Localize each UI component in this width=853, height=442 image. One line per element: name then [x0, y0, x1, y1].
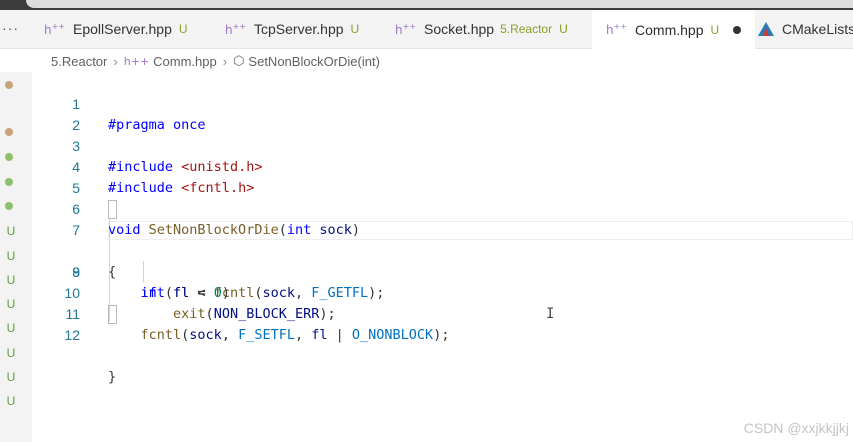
code-line[interactable]: 12 }	[32, 304, 853, 385]
tab-epollserver[interactable]: h++ EpollServer.hpp U	[44, 10, 188, 48]
header-file-icon: h++	[44, 21, 66, 37]
window-top-strip	[0, 0, 853, 10]
chevron-right-icon: ›	[113, 53, 118, 69]
watermark: CSDN @xxjkkjjkj	[743, 420, 849, 436]
git-untracked-mark: U	[6, 224, 16, 238]
git-status-badge: U	[559, 22, 568, 36]
added-dot-icon	[5, 178, 13, 186]
code-line[interactable]: 2	[32, 94, 853, 133]
cmake-icon	[758, 22, 774, 36]
code-line[interactable]: 5	[32, 157, 853, 196]
git-status-badge: U	[178, 22, 188, 36]
code-line[interactable]: 11 fcntl(sock, F_SETFL, fl | O_NONBLOCK)…	[32, 283, 853, 343]
unsaved-dot-icon[interactable]	[733, 25, 742, 34]
line-text: }	[108, 369, 117, 385]
code-line[interactable]: 9 if (fl < 0)	[32, 241, 853, 301]
tab-cmakelists[interactable]: CMakeLists	[758, 10, 853, 48]
git-status-badge: U	[710, 22, 720, 37]
line-number: 12	[64, 327, 80, 343]
tab-comm[interactable]: h++ Comm.hpp U	[592, 10, 756, 49]
header-file-icon: h++	[606, 22, 628, 37]
added-dot-icon	[5, 153, 13, 161]
line-text: fcntl(sock, F_SETFL, fl | O_NONBLOCK);	[140, 327, 450, 343]
code-line[interactable]: 4 #include <fcntl.h>	[32, 136, 853, 196]
tab-label: CMakeLists	[782, 21, 853, 37]
tab-tcpserver[interactable]: h++ TcpServer.hpp U	[225, 10, 359, 48]
modified-dot-icon	[5, 81, 13, 89]
editor-tab-bar: ··· h++ EpollServer.hpp U h++ TcpServer.…	[0, 10, 853, 49]
code-line[interactable]: 7 {	[32, 199, 853, 280]
breadcrumb-folder[interactable]: 5.Reactor	[51, 54, 107, 69]
git-untracked-mark: U	[6, 321, 16, 335]
tab-label: Socket.hpp	[424, 21, 495, 37]
code-line[interactable]: 6 void SetNonBlockOrDie(int sock)	[32, 178, 853, 238]
breadcrumb-symbol[interactable]: SetNonBlockOrDie(int)	[248, 54, 380, 69]
git-untracked-mark: U	[6, 394, 16, 408]
current-line-highlight	[108, 221, 853, 240]
git-untracked-mark: U	[6, 273, 16, 287]
modified-dot-icon	[5, 128, 13, 136]
title-bar	[26, 0, 853, 8]
bracket-match-highlight	[108, 305, 117, 324]
header-file-icon: h++	[395, 21, 417, 37]
breadcrumb-file[interactable]: Comm.hpp	[153, 54, 217, 69]
added-dot-icon	[5, 202, 13, 210]
git-status-badge: U	[350, 22, 360, 36]
git-untracked-mark: U	[6, 249, 16, 263]
git-untracked-mark: U	[6, 346, 16, 360]
code-line[interactable]: 1 #pragma once	[32, 73, 853, 133]
code-line[interactable]: 3 #include <unistd.h>	[32, 115, 853, 175]
tab-label: TcpServer.hpp	[254, 21, 344, 37]
tab-socket[interactable]: h++ Socket.hpp 5.Reactor U	[395, 10, 568, 48]
chevron-right-icon: ›	[222, 53, 228, 69]
code-line[interactable]: 10 exit(NON_BLOCK_ERR);	[32, 262, 853, 322]
left-gutter: U U U U U U U U	[0, 72, 32, 442]
git-untracked-mark: U	[6, 297, 16, 311]
breadcrumb: 5.Reactor › h++ Comm.hpp › ⬡ SetNonBlock…	[51, 52, 380, 70]
tab-label: EpollServer.hpp	[73, 21, 172, 37]
git-untracked-mark: U	[6, 370, 16, 384]
tab-folder-hint: 5.Reactor	[500, 22, 553, 36]
current-code-line[interactable]: 8 int fl = fcntl(sock, F_GETFL); I	[32, 220, 853, 322]
bracket-match-highlight	[108, 200, 117, 219]
more-actions-icon[interactable]: ···	[2, 20, 19, 36]
method-cube-icon: ⬡	[233, 53, 245, 69]
tab-label: Comm.hpp	[635, 21, 704, 38]
code-editor[interactable]: 1 #pragma once 2 3 #include <unistd.h> 4…	[32, 72, 853, 442]
header-file-icon: h++	[225, 21, 247, 37]
header-file-icon: h++	[123, 54, 150, 68]
